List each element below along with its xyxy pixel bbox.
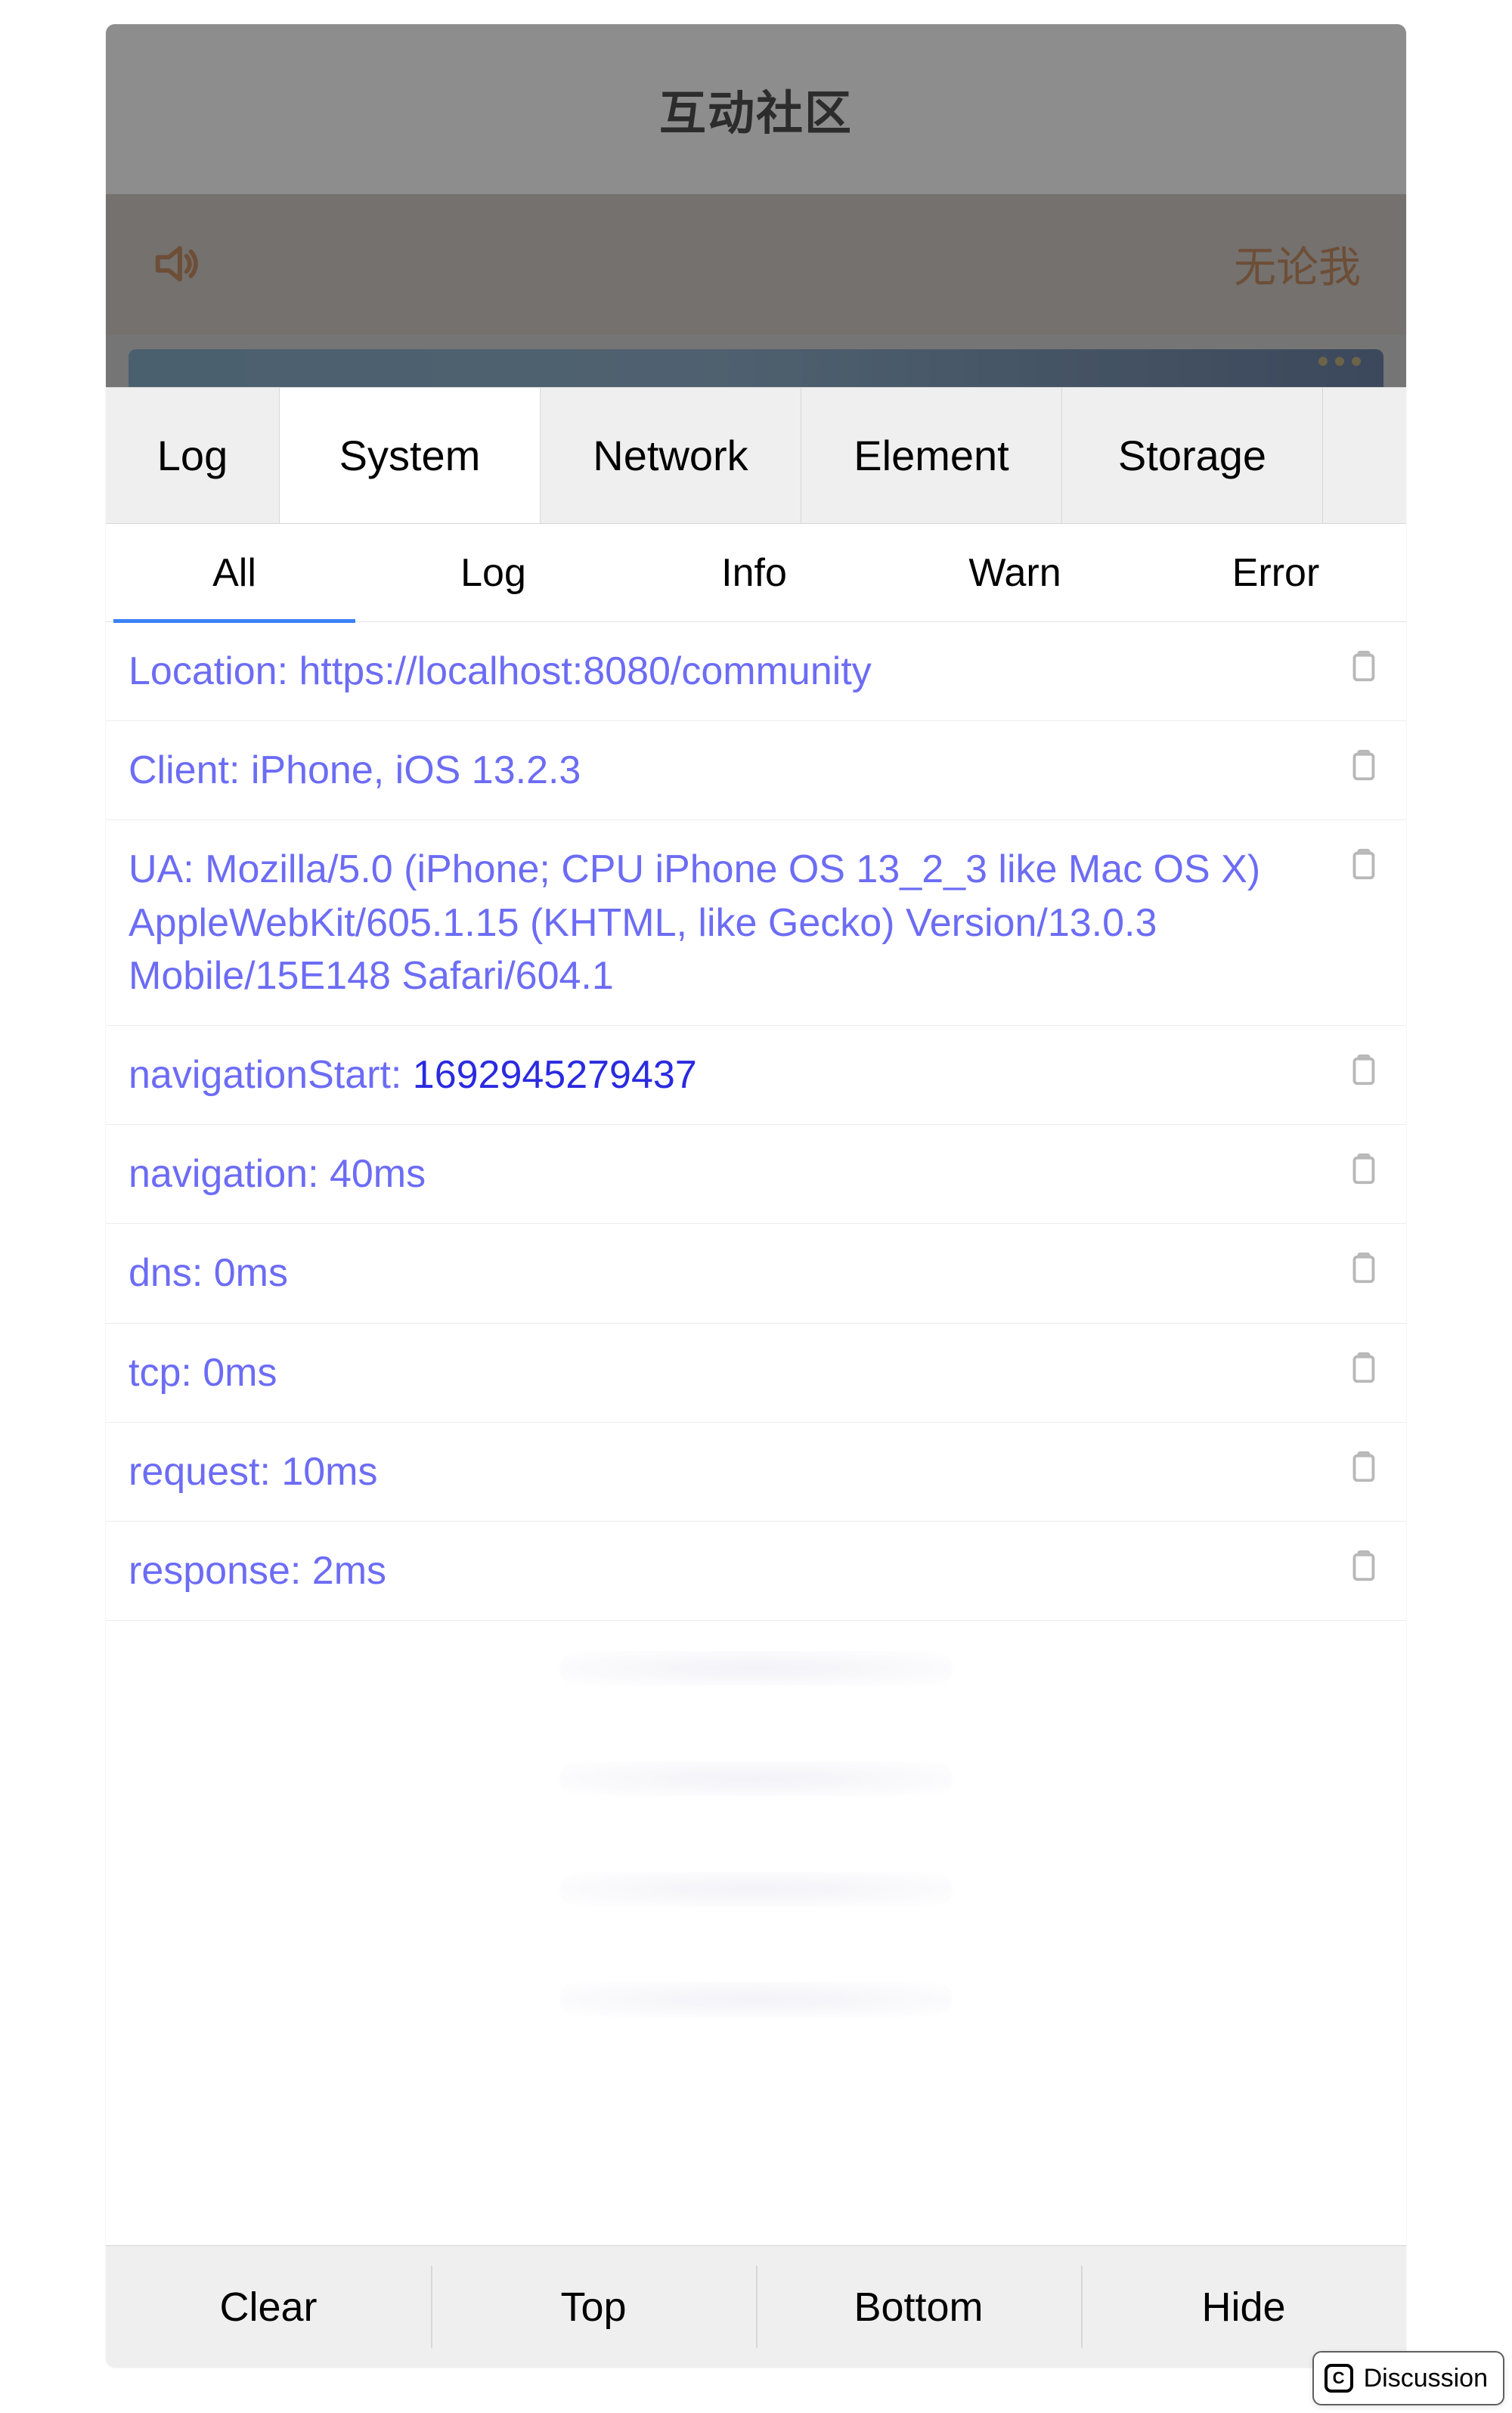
log-row: response: 2ms	[106, 1522, 1406, 1621]
tab-system[interactable]: System	[280, 388, 541, 523]
device-frame: 互动社区 无论我 Log System	[106, 24, 1406, 2368]
tab-label: Log	[157, 431, 228, 480]
tab-log[interactable]: Log	[106, 388, 280, 523]
subtab-label: Info	[721, 550, 787, 596]
vconsole-log-list[interactable]: Location: https://localhost:8080/communi…	[106, 622, 1406, 2245]
tab-network[interactable]: Network	[541, 388, 801, 523]
subtab-log[interactable]: Log	[363, 524, 624, 621]
log-row: Location: https://localhost:8080/communi…	[106, 622, 1406, 721]
tab-label: System	[339, 431, 481, 480]
subtab-label: Log	[460, 550, 526, 596]
app-title: 互动社区	[659, 75, 853, 143]
discussion-badge-label: Discussion	[1364, 2364, 1488, 2393]
clipboard-icon[interactable]	[1346, 846, 1383, 884]
discussion-badge-icon: C	[1325, 2364, 1353, 2393]
toolbar-label: Bottom	[854, 2284, 983, 2331]
app-header: 互动社区	[106, 24, 1406, 194]
discussion-badge[interactable]: C Discussion	[1312, 2351, 1504, 2405]
tab-label: Storage	[1118, 431, 1266, 480]
log-row: navigation: 40ms	[106, 1125, 1406, 1224]
log-text: Location: https://localhost:8080/communi…	[129, 645, 1315, 698]
tabbar-gap	[1323, 388, 1406, 523]
top-button[interactable]: Top	[431, 2246, 756, 2368]
tab-element[interactable]: Element	[801, 388, 1062, 523]
log-text: Client: iPhone, iOS 13.2.3	[129, 744, 1315, 797]
vconsole-tabbar: Log System Network Element Storage	[106, 388, 1406, 524]
toolbar-label: Clear	[219, 2284, 317, 2331]
log-row: UA: Mozilla/5.0 (iPhone; CPU iPhone OS 1…	[106, 820, 1406, 1026]
tab-label: Network	[593, 431, 748, 480]
speaker-icon	[151, 237, 204, 290]
clipboard-icon[interactable]	[1346, 1151, 1383, 1188]
log-text: navigationStart: 1692945279437	[129, 1049, 1315, 1101]
tab-storage[interactable]: Storage	[1062, 388, 1323, 523]
subtab-error[interactable]: Error	[1145, 524, 1406, 621]
log-row: navigationStart: 1692945279437	[106, 1026, 1406, 1125]
hero-dots	[1318, 357, 1361, 366]
clipboard-icon[interactable]	[1346, 1547, 1383, 1585]
tab-label: Element	[854, 431, 1009, 480]
log-row: tcp: 0ms	[106, 1324, 1406, 1423]
subtab-info[interactable]: Info	[624, 524, 885, 621]
subtab-all[interactable]: All	[106, 524, 363, 621]
clipboard-icon[interactable]	[1346, 747, 1383, 785]
clipboard-icon[interactable]	[1346, 1349, 1383, 1387]
toolbar-label: Top	[560, 2284, 626, 2331]
subtab-label: All	[212, 550, 256, 596]
page: 互动社区 无论我 Log System	[0, 0, 1512, 2413]
log-text: navigation: 40ms	[129, 1148, 1315, 1200]
vconsole-panel: Log System Network Element Storage All L…	[106, 387, 1406, 2368]
toolbar-label: Hide	[1201, 2284, 1285, 2331]
log-text: request: 10ms	[129, 1445, 1315, 1498]
log-text: UA: Mozilla/5.0 (iPhone; CPU iPhone OS 1…	[129, 843, 1315, 1002]
log-empty-area	[106, 1621, 1406, 2047]
announcement-bar: 无论我	[106, 194, 1406, 334]
vconsole-subtabs: All Log Info Warn Error	[106, 524, 1406, 622]
log-row: dns: 0ms	[106, 1224, 1406, 1323]
vconsole-toolbar: Clear Top Bottom Hide	[106, 2245, 1406, 2368]
subtab-label: Error	[1232, 550, 1320, 596]
log-text: dns: 0ms	[129, 1247, 1315, 1299]
clear-button[interactable]: Clear	[106, 2246, 431, 2368]
clipboard-icon[interactable]	[1346, 1052, 1383, 1089]
announcement-text: 无论我	[1234, 234, 1361, 295]
clipboard-icon[interactable]	[1346, 1250, 1383, 1287]
hide-button[interactable]: Hide	[1081, 2246, 1406, 2368]
bottom-button[interactable]: Bottom	[756, 2246, 1081, 2368]
log-row: Client: iPhone, iOS 13.2.3	[106, 721, 1406, 820]
log-text: tcp: 0ms	[129, 1346, 1315, 1399]
log-text: response: 2ms	[129, 1544, 1315, 1597]
subtab-label: Warn	[968, 550, 1061, 596]
log-row: request: 10ms	[106, 1423, 1406, 1522]
subtab-warn[interactable]: Warn	[885, 524, 1145, 621]
clipboard-icon[interactable]	[1346, 648, 1383, 686]
clipboard-icon[interactable]	[1346, 1448, 1383, 1486]
